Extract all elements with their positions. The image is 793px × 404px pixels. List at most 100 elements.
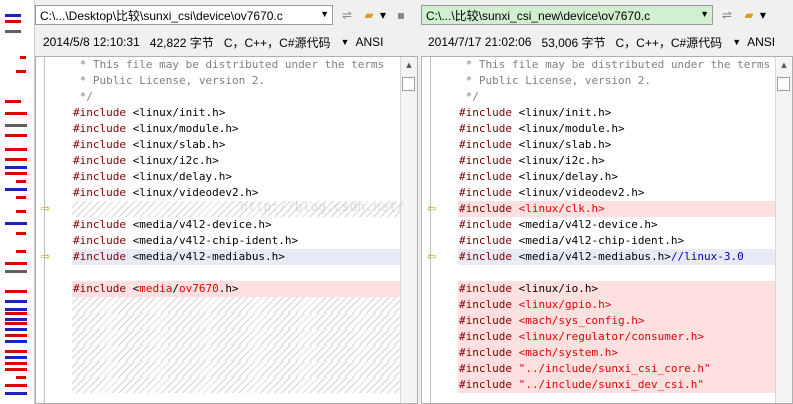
code-line[interactable] (72, 297, 401, 313)
include-path: <linux/io.h> (511, 282, 599, 295)
left-scroll-thumb[interactable] (402, 77, 415, 91)
include-keyword: #include (459, 250, 512, 263)
code-line[interactable] (72, 361, 401, 377)
chevron-down-icon[interactable]: ▼ (700, 9, 709, 19)
left-path-bar: C:\...\Desktop\比较\sunxi_csi\device\ov767… (35, 4, 409, 26)
right-scrollbar[interactable]: ▲ (775, 57, 792, 403)
code-line[interactable]: #include <media/v4l2-chip-ident.h> (72, 233, 401, 249)
code-line[interactable]: #include <media/v4l2-mediabus.h>//linux-… (458, 249, 776, 265)
include-path: <linux/i2c.h> (511, 154, 605, 167)
code-line[interactable]: #include <linux/init.h> (458, 105, 776, 121)
code-line[interactable]: #include "../include/sunxi_dev_csi.h" (458, 377, 776, 393)
scroll-up-icon[interactable]: ▲ (401, 57, 417, 73)
code-line[interactable]: */ (458, 89, 776, 105)
code-line[interactable]: #include "../include/sunxi_csi_core.h" (458, 361, 776, 377)
open-folder-icon[interactable]: ▰ (361, 7, 377, 23)
code-line[interactable]: #include <media/v4l2-device.h> (72, 217, 401, 233)
include-path: <linux/init.h> (511, 106, 612, 119)
include-path-part: / (172, 282, 179, 295)
right-path-combo[interactable]: C:\...\比较\sunxi_csi_new\device\ov7670.c … (421, 5, 713, 25)
right-scroll-thumb[interactable] (777, 77, 790, 91)
left-path-combo[interactable]: C:\...\Desktop\比较\sunxi_csi\device\ov767… (35, 5, 333, 25)
code-line[interactable]: #include <linux/slab.h> (72, 137, 401, 153)
right-file-language[interactable]: C，C++，C#源代码 (615, 34, 722, 51)
include-path: <linux/delay.h> (511, 170, 618, 183)
code-line[interactable] (72, 345, 401, 361)
swap-icon[interactable]: ⇌ (339, 7, 355, 23)
code-line[interactable]: #include <linux/module.h> (458, 121, 776, 137)
right-editor[interactable]: ⇦ ⇦ * This file may be distributed under… (421, 56, 793, 404)
code-line[interactable]: #include <linux/module.h> (72, 121, 401, 137)
left-file-language[interactable]: C，C++，C#源代码 (224, 34, 331, 51)
code-line[interactable]: #include <linux/videodev2.h> (458, 185, 776, 201)
left-editor[interactable]: ⇨ ⇨ * This file may be distributed under… (35, 56, 418, 404)
copy-left-arrow-icon[interactable]: ⇦ (427, 251, 441, 262)
code-line[interactable]: * This file may be distributed under the… (72, 57, 401, 73)
chevron-down-icon[interactable]: ▼ (320, 9, 329, 19)
include-keyword: #include (459, 218, 512, 231)
code-line[interactable]: #include <linux/init.h> (72, 105, 401, 121)
include-keyword: #include (73, 170, 126, 183)
code-line[interactable] (72, 377, 401, 393)
include-path: "../include/sunxi_dev_csi.h" (511, 378, 705, 391)
code-line[interactable]: * Public License, version 2. (72, 73, 401, 89)
code-line[interactable]: #include <mach/system.h> (458, 345, 776, 361)
code-line[interactable]: #include <media/v4l2-mediabus.h> (72, 249, 401, 265)
code-line[interactable]: #include <linux/clk.h> (458, 201, 776, 217)
overview-diff-mark (16, 250, 26, 253)
left-code-area[interactable]: * This file may be distributed under the… (72, 57, 401, 393)
code-line[interactable]: #include <linux/slab.h> (458, 137, 776, 153)
overview-diff-mark (5, 262, 27, 265)
overview-diff-mark (5, 134, 27, 137)
open-folder-icon[interactable]: ▰ (741, 7, 757, 23)
code-line[interactable]: #include <linux/gpio.h> (458, 297, 776, 313)
overview-diff-mark (16, 70, 26, 73)
left-file-encoding[interactable]: ANSI (355, 35, 383, 49)
copy-right-arrow-icon[interactable]: ⇨ (41, 203, 55, 214)
code-line[interactable]: * Public License, version 2. (458, 73, 776, 89)
code-line[interactable]: #include <linux/i2c.h> (458, 153, 776, 169)
left-file-date: 2014/5/8 12:10:31 (43, 35, 140, 49)
include-keyword: #include (73, 122, 126, 135)
code-line[interactable]: #include <linux/i2c.h> (72, 153, 401, 169)
scroll-up-icon[interactable]: ▲ (776, 57, 792, 73)
overview-diff-mark (5, 20, 21, 23)
code-line[interactable] (72, 313, 401, 329)
diff-overview-strip[interactable] (0, 0, 35, 404)
code-line[interactable]: #include <media/v4l2-device.h> (458, 217, 776, 233)
left-gutter: ⇨ ⇨ (36, 57, 70, 403)
include-keyword: #include (73, 138, 126, 151)
chevron-down-icon[interactable]: ▼ (379, 7, 387, 23)
swap-icon[interactable]: ⇌ (719, 7, 735, 23)
right-file-encoding[interactable]: ANSI (747, 35, 775, 49)
code-line[interactable] (72, 265, 401, 281)
include-keyword: #include (459, 378, 512, 391)
code-line[interactable]: #include <media/v4l2-chip-ident.h> (458, 233, 776, 249)
include-keyword: #include (73, 154, 126, 167)
code-line[interactable]: */ (72, 89, 401, 105)
save-icon[interactable]: ▪ (393, 7, 409, 23)
copy-left-arrow-icon[interactable]: ⇦ (427, 203, 441, 214)
code-line[interactable]: * This file may be distributed under the… (458, 57, 776, 73)
chevron-down-icon[interactable]: ▼ (759, 7, 767, 23)
left-scrollbar[interactable]: ▲ (400, 57, 417, 403)
right-code-area[interactable]: * This file may be distributed under the… (458, 57, 776, 393)
copy-right-arrow-icon[interactable]: ⇨ (41, 251, 55, 262)
overview-diff-mark (5, 166, 27, 169)
code-line[interactable]: #include <linux/delay.h> (72, 169, 401, 185)
code-line[interactable]: #include <mach/sys_config.h> (458, 313, 776, 329)
code-line[interactable] (72, 329, 401, 345)
overview-diff-mark (5, 14, 21, 17)
overview-diff-mark (5, 362, 27, 365)
overview-diff-mark (5, 340, 27, 343)
chevron-down-icon[interactable]: ▼ (341, 37, 350, 47)
code-line[interactable]: #include <linux/io.h> (458, 281, 776, 297)
code-line[interactable]: #include <linux/delay.h> (458, 169, 776, 185)
overview-diff-mark (5, 172, 27, 175)
code-line[interactable]: #include <media/ov7670.h> (72, 281, 401, 297)
include-path: <mach/sys_config.h> (511, 314, 645, 327)
code-line[interactable]: #include <linux/videodev2.h> (72, 185, 401, 201)
chevron-down-icon[interactable]: ▼ (732, 37, 741, 47)
code-line[interactable] (458, 265, 776, 281)
code-line[interactable]: #include <linux/regulator/consumer.h> (458, 329, 776, 345)
